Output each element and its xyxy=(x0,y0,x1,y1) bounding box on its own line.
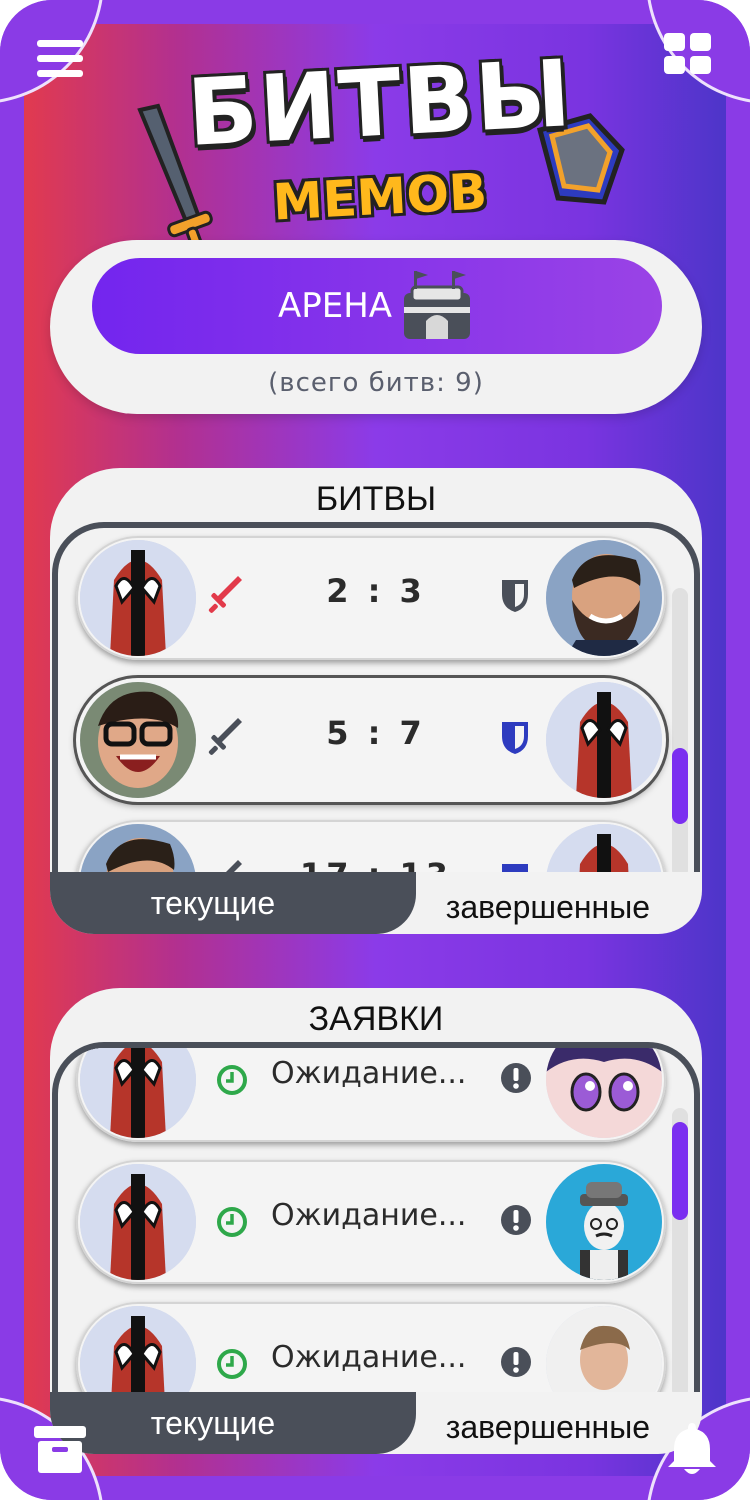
alert-icon xyxy=(501,1205,531,1235)
spider-avatar xyxy=(80,1164,196,1280)
shield-icon xyxy=(502,580,528,612)
archive-icon xyxy=(34,1426,86,1473)
battles-tabs: текущие завершенные xyxy=(50,872,702,934)
clock-icon xyxy=(217,1349,247,1379)
arena-castle-icon xyxy=(404,271,471,339)
tab-finished[interactable]: завершенные xyxy=(376,1400,702,1454)
request-row[interactable]: Ожидание... xyxy=(76,1302,666,1392)
requests-title: ЗАЯВКИ xyxy=(308,1000,444,1038)
request-status: Ожидание... xyxy=(271,1340,467,1375)
notifications-button[interactable] xyxy=(662,1418,722,1478)
man-portrait-avatar xyxy=(546,1306,662,1392)
spider-avatar xyxy=(80,1306,196,1392)
requests-tabs: текущие завершенные xyxy=(50,1392,702,1454)
bearded-man-avatar xyxy=(546,540,662,656)
tab-current[interactable]: текущие xyxy=(50,872,416,934)
spider-avatar xyxy=(546,824,662,872)
sword-icon xyxy=(208,718,242,755)
bearded-man-avatar xyxy=(80,824,196,872)
clock-icon xyxy=(217,1065,247,1095)
menu-icon xyxy=(37,40,83,77)
request-row[interactable]: Ожидание... xyxy=(76,1048,666,1142)
battle-row[interactable]: 5 : 7 xyxy=(76,678,666,802)
grid-icon xyxy=(664,33,711,74)
requests-panel: ЗАЯВКИ Ожидание... Ожидание... Ожидание.… xyxy=(50,988,702,1454)
sword-icon xyxy=(208,576,242,613)
menu-button[interactable] xyxy=(30,28,90,88)
battle-row[interactable]: 2 : 3 xyxy=(76,536,666,660)
arena-total-battles: (всего битв: 9) xyxy=(268,368,484,398)
tab-finished[interactable]: завершенные xyxy=(376,880,702,934)
alert-icon xyxy=(501,1063,531,1093)
battle-score: 2 : 3 xyxy=(326,572,426,610)
archive-button[interactable] xyxy=(30,1420,90,1480)
arena-card: АРЕНА (всего битв: 9) xyxy=(50,240,702,414)
bell-icon xyxy=(668,1423,716,1474)
requests-scrollbar[interactable] xyxy=(672,1108,688,1392)
shield-icon xyxy=(502,864,528,872)
battles-list[interactable]: 2 : 3 5 : 7 xyxy=(52,522,700,872)
battles-scrollbar[interactable] xyxy=(672,588,688,872)
glasses-man-avatar xyxy=(80,682,196,798)
app-frame: БИТВЫ МЕМОВ АРЕНА (всего битв: 9) БИТВЫ xyxy=(0,0,750,1500)
clock-icon xyxy=(217,1207,247,1237)
spider-avatar xyxy=(80,540,196,656)
request-row[interactable]: Ожидание... xyxy=(76,1160,666,1284)
spider-avatar xyxy=(80,1048,196,1138)
app-logo: БИТВЫ МЕМОВ xyxy=(130,40,630,266)
arena-button[interactable]: АРЕНА xyxy=(92,258,662,354)
tab-finished-label: завершенные xyxy=(445,888,650,925)
request-status: Ожидание... xyxy=(271,1056,467,1091)
requests-list[interactable]: Ожидание... Ожидание... Ожидание... xyxy=(52,1042,700,1392)
arena-button-label: АРЕНА xyxy=(277,286,393,326)
alert-icon xyxy=(501,1347,531,1377)
battles-scroll-thumb[interactable] xyxy=(672,748,688,824)
tab-current[interactable]: текущие xyxy=(50,1392,416,1454)
grid-menu-button[interactable] xyxy=(658,24,718,84)
request-status: Ожидание... xyxy=(271,1198,467,1233)
battles-panel: БИТВЫ 2 : 3 5: 7 текущие завершенные xyxy=(50,468,702,934)
tab-current-label: текущие xyxy=(150,1404,276,1441)
requests-scroll-thumb[interactable] xyxy=(672,1122,688,1220)
logo-title: БИТВЫ xyxy=(184,39,576,168)
tab-current-label: текущие xyxy=(150,884,276,921)
battles-title: БИТВЫ xyxy=(315,480,437,518)
sword-icon xyxy=(226,860,242,872)
battle-row[interactable]: 17 : 13 xyxy=(76,820,666,872)
hipster-avatar xyxy=(546,1164,662,1280)
spider-avatar xyxy=(546,682,662,798)
tab-finished-label: завершенные xyxy=(445,1408,650,1445)
battle-score: 17 : 13 xyxy=(276,856,476,872)
battle-score: 5 : 7 xyxy=(326,714,426,752)
anime-girl-avatar xyxy=(546,1048,662,1138)
shield-icon xyxy=(502,722,528,754)
